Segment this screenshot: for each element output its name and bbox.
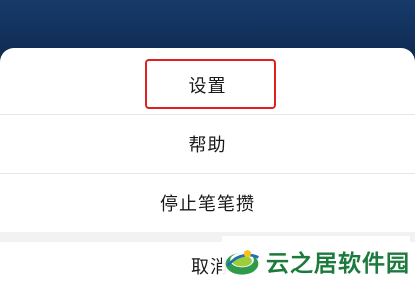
menu-item-stop[interactable]: 停止笔笔攒 <box>0 174 415 232</box>
watermark-logo-icon <box>225 250 259 275</box>
highlight-box <box>145 59 276 109</box>
watermark-text: 云之居软件园 <box>266 251 410 277</box>
watermark: 云之居软件园 <box>222 236 410 286</box>
menu-item-help[interactable]: 帮助 <box>0 115 415 173</box>
